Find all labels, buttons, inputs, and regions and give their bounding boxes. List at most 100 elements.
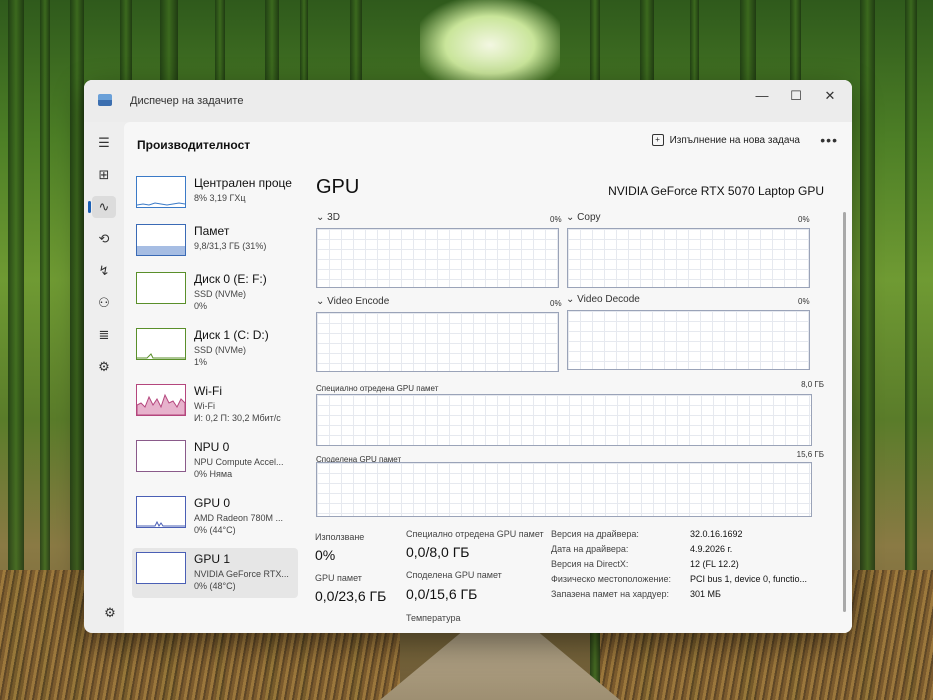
directx-version-value: 12 (FL 12.2) xyxy=(690,559,739,569)
engine-label: Video Decode xyxy=(577,294,640,305)
driver-date-value: 4.9.2026 г. xyxy=(690,544,733,554)
run-task-icon: + xyxy=(651,134,664,146)
shared-memory-label: Споделена GPU памет xyxy=(406,570,502,580)
startup-icon[interactable]: ↯ xyxy=(92,260,116,282)
shared-memory-value: 0,0/15,6 ГБ xyxy=(406,586,478,602)
engine-pct-copy: 0% xyxy=(798,215,810,224)
physical-location-label: Физическо местоположение: xyxy=(551,574,671,584)
hardware-reserved-memory-value: 301 МБ xyxy=(690,589,721,599)
device-name: Wi-Fi xyxy=(194,384,222,398)
services-icon[interactable]: ⚙ xyxy=(92,356,116,378)
device-name: Диск 1 (C: D:) xyxy=(194,328,269,342)
dedicated-memory-label: Специално отредена GPU памет xyxy=(406,529,544,539)
disk-1-thumbnail-graph xyxy=(136,328,186,360)
gpu-1-thumbnail-graph xyxy=(136,552,186,584)
device-name: Централен проце xyxy=(194,176,292,190)
shared-memory-graph xyxy=(316,462,812,517)
engine-label: 3D xyxy=(327,212,340,223)
device-item-memory[interactable]: Памет 9,8/31,3 ГБ (31%) xyxy=(132,220,298,270)
driver-version-value: 32.0.16.1692 xyxy=(690,529,743,539)
gpu-memory-value: 0,0/23,6 ГБ xyxy=(315,588,387,604)
device-name: GPU 0 xyxy=(194,496,231,510)
device-name: NPU 0 xyxy=(194,440,230,454)
temperature-label: Температура xyxy=(406,613,461,623)
directx-version-label: Версия на DirectX: xyxy=(551,559,629,569)
usage-label: Използване xyxy=(315,532,365,542)
device-usage: 0% xyxy=(194,301,208,311)
page-title: Производителност xyxy=(137,138,251,152)
engine-label: Video Encode xyxy=(327,296,390,307)
device-usage: 0% Няма xyxy=(194,469,233,479)
usage-value: 0% xyxy=(315,547,336,563)
device-usage: 0% (48°C) xyxy=(194,581,236,591)
device-item-disk-0[interactable]: Диск 0 (E: F:) SSD (NVMe) 0% xyxy=(132,268,298,318)
memory-thumbnail-graph xyxy=(136,224,186,256)
engine-label: Copy xyxy=(577,212,601,223)
graph-3d xyxy=(316,228,559,288)
device-detail: NPU Compute Accel... xyxy=(194,457,284,467)
device-name: GPU 1 xyxy=(194,552,231,566)
minimize-button[interactable]: — xyxy=(744,85,780,107)
device-item-gpu-1[interactable]: GPU 1 NVIDIA GeForce RTX... 0% (48°C) xyxy=(132,548,298,598)
device-detail: SSD (NVMe) xyxy=(194,345,247,355)
device-detail: NVIDIA GeForce RTX... xyxy=(194,569,289,579)
engine-pct-video-decode: 0% xyxy=(798,297,810,306)
gpu-detail-panel: GPU NVIDIA GeForce RTX 5070 Laptop GPU ⌄… xyxy=(310,172,824,633)
device-item-cpu[interactable]: Централен проце 8% 3,19 ГХц xyxy=(132,172,298,222)
task-manager-app-icon xyxy=(98,94,112,106)
device-usage: 1% xyxy=(194,357,208,367)
vertical-scrollbar[interactable] xyxy=(843,212,846,612)
disk-0-thumbnail-graph xyxy=(136,272,186,304)
more-options-button[interactable]: ••• xyxy=(820,132,838,148)
gpu-memory-label: GPU памет xyxy=(315,573,362,583)
cpu-thumbnail-graph xyxy=(136,176,186,208)
engine-selector-3d[interactable]: ⌄ 3D xyxy=(316,212,340,223)
driver-version-label: Версия на драйвера: xyxy=(551,529,639,539)
engine-selector-video-decode[interactable]: ⌄ Video Decode xyxy=(566,294,640,305)
hamburger-icon[interactable]: ☰ xyxy=(92,132,116,154)
device-name: Диск 0 (E: F:) xyxy=(194,272,267,286)
gpu-model-name: NVIDIA GeForce RTX 5070 Laptop GPU xyxy=(608,184,824,198)
dedicated-memory-graph-max: 8,0 ГБ xyxy=(801,380,824,389)
driver-date-label: Дата на драйвера: xyxy=(551,544,629,554)
dedicated-memory-graph xyxy=(316,394,812,446)
maximize-button[interactable]: ☐ xyxy=(778,85,814,107)
graph-video-encode xyxy=(316,312,559,372)
history-icon[interactable]: ⟲ xyxy=(92,228,116,250)
wifi-thumbnail-graph xyxy=(136,384,186,416)
shared-memory-graph-max: 15,6 ГБ xyxy=(796,450,824,459)
device-item-wifi[interactable]: Wi-Fi Wi-Fi И: 0,2 П: 30,2 Мбит/с xyxy=(132,380,298,430)
run-new-task-label: Изпълнение на нова задача xyxy=(669,134,800,146)
device-detail: Wi-Fi xyxy=(194,401,215,411)
window-title: Диспечер на задачите xyxy=(130,95,244,107)
run-new-task-button[interactable]: + Изпълнение на нова задача xyxy=(651,134,800,146)
task-manager-window: Диспечер на задачите — ☐ ✕ ☰ ⊞ ∿ ⟲ ↯ ⚇ ≣… xyxy=(84,80,852,633)
device-item-disk-1[interactable]: Диск 1 (C: D:) SSD (NVMe) 1% xyxy=(132,324,298,374)
device-detail: AMD Radeon 780M ... xyxy=(194,513,284,523)
gpu-title: GPU xyxy=(316,176,360,198)
details-icon[interactable]: ≣ xyxy=(92,324,116,346)
device-item-gpu-0[interactable]: GPU 0 AMD Radeon 780M ... 0% (44°C) xyxy=(132,492,298,542)
device-detail: SSD (NVMe) xyxy=(194,289,247,299)
engine-selector-video-encode[interactable]: ⌄ Video Encode xyxy=(316,296,389,307)
processes-icon[interactable]: ⊞ xyxy=(92,164,116,186)
device-item-npu-0[interactable]: NPU 0 NPU Compute Accel... 0% Няма xyxy=(132,436,298,486)
performance-icon[interactable]: ∿ xyxy=(88,196,116,218)
settings-icon[interactable]: ⚙ xyxy=(98,602,122,624)
dedicated-memory-graph-label: Специално отредена GPU памет xyxy=(316,384,439,393)
device-detail: 8% 3,19 ГХц xyxy=(194,193,246,203)
title-bar[interactable]: Диспечер на задачите — ☐ ✕ xyxy=(84,80,852,122)
hardware-reserved-memory-label: Запазена памет на хардуер: xyxy=(551,589,669,599)
close-button[interactable]: ✕ xyxy=(812,85,848,107)
device-detail: 9,8/31,3 ГБ (31%) xyxy=(194,241,267,251)
content-area: Производителност + Изпълнение на нова за… xyxy=(124,122,852,633)
users-icon[interactable]: ⚇ xyxy=(92,292,116,314)
device-usage: И: 0,2 П: 30,2 Мбит/с xyxy=(194,413,281,423)
npu-thumbnail-graph xyxy=(136,440,186,472)
engine-selector-copy[interactable]: ⌄ Copy xyxy=(566,212,601,223)
gpu-0-thumbnail-graph xyxy=(136,496,186,528)
device-name: Памет xyxy=(194,224,230,238)
graph-copy xyxy=(567,228,810,288)
device-list: Централен проце 8% 3,19 ГХц Памет 9,8/31… xyxy=(132,172,298,633)
graph-video-decode xyxy=(567,310,810,370)
